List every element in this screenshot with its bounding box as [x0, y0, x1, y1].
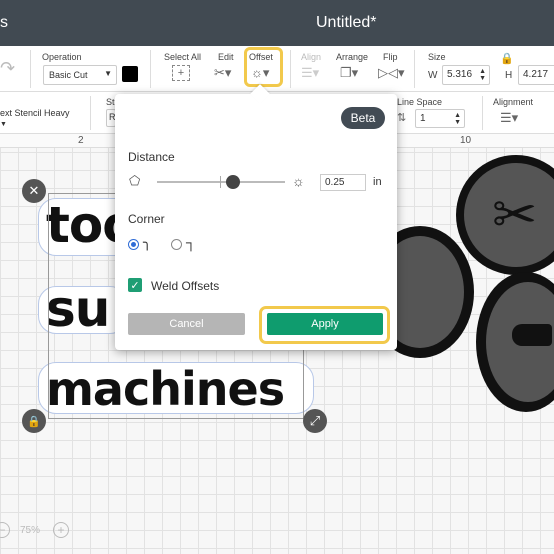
distance-unit: in [373, 176, 382, 188]
zoom-out-icon[interactable]: − [0, 522, 10, 538]
chevron-down-icon: ▼ [0, 121, 7, 128]
weld-offsets-label: Weld Offsets [151, 279, 220, 293]
divider [30, 50, 31, 88]
height-input[interactable]: 4.217 [518, 65, 554, 85]
rounded-corner-icon: ╮ [143, 234, 152, 250]
select-all-icon[interactable]: + [172, 65, 190, 81]
offset-highlight-ring [244, 47, 283, 87]
close-icon[interactable]: ✕ [22, 179, 46, 203]
weld-offsets-checkbox[interactable]: ✓ [128, 278, 142, 292]
stepper-icon[interactable]: ▲ ▼ [454, 112, 461, 126]
pentagon-icon: ⬠ [129, 173, 141, 188]
apply-highlight-ring [259, 306, 390, 344]
width-value: 5.316 [447, 69, 473, 80]
distance-label: Distance [128, 150, 175, 164]
stepper-icon[interactable]: ▲ ▼ [479, 68, 486, 82]
width-prefix: W [428, 70, 438, 81]
alignment-label: Alignment [493, 97, 534, 107]
square-corner-icon: ┐ [186, 234, 196, 250]
beta-badge: Beta [341, 107, 385, 129]
title-left-fragment: s [0, 14, 8, 31]
redo-icon[interactable]: ↷ [0, 58, 15, 79]
size-label: Size [428, 52, 446, 62]
divider [290, 50, 291, 88]
operation-select[interactable]: Basic Cut ▼ [43, 65, 117, 85]
sun-icon: ☼ [292, 173, 305, 189]
align-icon[interactable]: ☰▾ [301, 65, 319, 81]
flip-label: Flip [383, 52, 398, 62]
font-select[interactable]: ext Stencil Heavy ▼ [0, 108, 74, 128]
lock-icon[interactable]: 🔒 [22, 409, 46, 433]
line-space-input[interactable]: 1 ▲ ▼ [415, 109, 465, 128]
distance-slider-handle[interactable] [226, 175, 240, 189]
distance-value: 0.25 [325, 177, 345, 188]
line-space-icon: ⇅ [397, 112, 407, 124]
alignment-icon[interactable]: ☰▾ [500, 110, 518, 126]
height-prefix: H [505, 70, 513, 81]
edit-label: Edit [218, 52, 234, 62]
tool-icon [512, 324, 552, 346]
scissors-icon: ✂ [492, 185, 538, 245]
edit-tools-icon[interactable]: ✂▾ [214, 65, 231, 81]
align-label: Align [301, 52, 322, 62]
divider [90, 96, 91, 130]
divider [150, 50, 151, 88]
line-space-value: 1 [420, 113, 426, 124]
chevron-down-icon: ▼ [104, 69, 112, 78]
font-value: ext Stencil Heavy [0, 108, 70, 118]
operation-value: Basic Cut [49, 70, 88, 80]
zoom-level: 75% [20, 525, 41, 536]
divider [482, 96, 483, 130]
arrange-icon[interactable]: ❐▾ [340, 65, 358, 81]
title-bar: s Untitled* [0, 0, 554, 46]
line-space-label: Line Space [397, 97, 443, 107]
zoom-in-icon[interactable]: + [53, 522, 69, 538]
flip-icon[interactable]: ▷◁▾ [378, 65, 405, 81]
ruler-mark: 2 [78, 135, 84, 146]
operation-label: Operation [42, 52, 82, 62]
lock-icon[interactable]: 🔒 [500, 52, 514, 65]
cancel-button[interactable]: Cancel [128, 313, 245, 335]
divider [414, 50, 415, 88]
corner-square-radio[interactable] [171, 239, 182, 250]
project-title: Untitled* [316, 14, 377, 31]
select-all-label: Select All [164, 52, 202, 62]
color-swatch[interactable] [122, 66, 138, 82]
corner-rounded-radio[interactable] [128, 239, 139, 250]
slider-tick [220, 176, 221, 188]
height-value: 4.217 [523, 69, 549, 80]
corner-label: Corner [128, 212, 165, 226]
width-input[interactable]: 5.316 ▲ ▼ [442, 65, 490, 85]
style-label: St [106, 97, 115, 107]
ruler-mark: 10 [460, 135, 472, 146]
distance-input[interactable]: 0.25 [320, 174, 366, 191]
arrange-label: Arrange [336, 52, 369, 62]
distance-slider[interactable] [157, 181, 285, 183]
zoom-control: − 75% + [0, 520, 80, 546]
resize-icon[interactable]: ⤢ [303, 409, 327, 433]
